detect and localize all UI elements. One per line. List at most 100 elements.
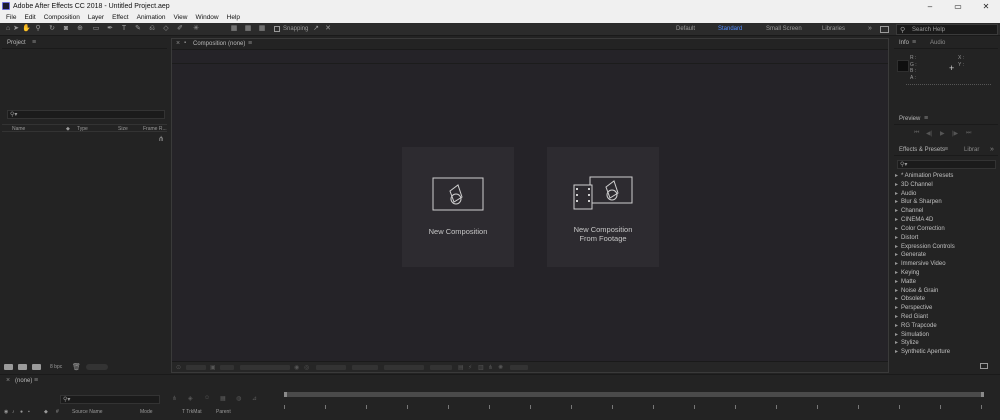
snap-feature-icon[interactable]: ✕ (324, 25, 332, 33)
info-tab[interactable]: Info (899, 40, 909, 46)
hand-tool-icon[interactable]: ✋ (22, 25, 31, 33)
new-bin-icon[interactable] (980, 363, 988, 369)
thumbnail-slider[interactable] (86, 364, 108, 370)
axis-view-icon[interactable]: ▦ (258, 25, 266, 33)
color-depth-button[interactable]: 8 bpc (50, 364, 62, 370)
effects-category[interactable]: Obsolete (894, 295, 998, 304)
effects-category[interactable]: Perspective (894, 304, 998, 313)
toggle-pixel-aspect-icon[interactable]: ▤ (458, 364, 464, 371)
next-frame-icon[interactable]: |▶ (952, 130, 958, 137)
active-camera-dropdown[interactable] (384, 365, 424, 370)
column-mode[interactable]: Mode (140, 409, 153, 415)
magnification-icon[interactable]: ⊙ (176, 364, 181, 371)
rotate-tool-icon[interactable]: ↻ (48, 25, 56, 33)
effects-category[interactable]: Stylize (894, 339, 998, 348)
view-layout-dropdown[interactable] (430, 365, 452, 370)
interpret-footage-icon[interactable] (4, 364, 13, 370)
snapshot-icon[interactable]: ◉ (294, 364, 299, 371)
effects-category[interactable]: 3D Channel (894, 181, 998, 190)
solo-icon[interactable]: ● (20, 409, 23, 415)
column-parent[interactable]: Parent (216, 409, 231, 415)
exposure-value[interactable] (510, 365, 528, 370)
effects-category[interactable]: Noise & Grain (894, 287, 998, 296)
panel-menu-icon[interactable]: ≡ (32, 39, 36, 46)
flowchart-icon[interactable]: ⋔ (488, 364, 493, 371)
project-tab[interactable]: Project (7, 40, 26, 46)
effects-category[interactable]: Distort (894, 234, 998, 243)
menu-view[interactable]: View (170, 14, 192, 21)
workspace-small-screen[interactable]: Small Screen (766, 26, 802, 32)
play-icon[interactable]: ▶ (940, 130, 945, 137)
column-source-name[interactable]: Source Name (72, 409, 103, 415)
panel-menu-icon[interactable]: ≡ (924, 115, 928, 122)
panel-menu-icon[interactable]: ≡ (248, 40, 252, 47)
lock-icon[interactable]: ▪ (28, 409, 30, 415)
effects-category[interactable]: Audio (894, 190, 998, 199)
column-frame-rate[interactable]: Frame R... (143, 126, 167, 132)
clone-stamp-tool-icon[interactable]: ⎌ (148, 25, 156, 33)
resolution-icon[interactable]: ▣ (210, 364, 216, 371)
menu-file[interactable]: File (2, 14, 20, 21)
region-of-interest-toggle[interactable] (352, 365, 378, 370)
label-tag-icon[interactable]: ◆ (66, 126, 70, 132)
menu-effect[interactable]: Effect (108, 14, 133, 21)
effects-search-input[interactable]: ⚲▾ (897, 160, 996, 169)
first-frame-icon[interactable]: ⏮ (914, 130, 919, 137)
column-size[interactable]: Size (118, 126, 128, 132)
column-number[interactable]: # (56, 409, 59, 415)
close-window-button[interactable]: ✕ (972, 0, 1000, 12)
graph-editor-icon[interactable]: ⊿ (252, 395, 257, 402)
workspace-libraries[interactable]: Libraries (822, 26, 845, 32)
effects-category[interactable]: Expression Controls (894, 243, 998, 252)
pan-behind-tool-icon[interactable]: ⊕ (76, 25, 84, 33)
workspace-overflow-icon[interactable]: » (866, 25, 874, 33)
toggle-transparency-grid[interactable] (220, 365, 234, 370)
timeline-tab[interactable]: (none) (15, 378, 32, 384)
zoom-tool-icon[interactable]: ⚲ (34, 25, 42, 33)
trash-icon[interactable]: 🗑 (72, 363, 81, 371)
timeline-icon[interactable]: ▥ (478, 364, 484, 371)
effects-category[interactable]: Keying (894, 269, 998, 278)
timeline-search-input[interactable]: ⚲▾ (60, 395, 160, 404)
comp-mini-flowchart-icon[interactable]: ⋔ (172, 395, 177, 402)
axis-local-icon[interactable]: ▦ (230, 25, 238, 33)
effects-category[interactable]: Matte (894, 278, 998, 287)
effects-category[interactable]: Simulation (894, 331, 998, 340)
effects-category[interactable]: RG Trapcode (894, 322, 998, 331)
axis-world-icon[interactable]: ▦ (244, 25, 252, 33)
show-snapshot-icon[interactable]: ◎ (304, 364, 309, 371)
resolution-dropdown[interactable] (316, 365, 346, 370)
effects-category[interactable]: Immersive Video (894, 260, 998, 269)
effects-category[interactable]: Red Giant (894, 313, 998, 322)
last-frame-icon[interactable]: ⏭ (966, 130, 971, 137)
column-track-matte[interactable]: T TrkMat (182, 409, 202, 415)
menu-composition[interactable]: Composition (40, 14, 84, 21)
workspace-standard[interactable]: Standard (718, 26, 742, 32)
audio-tab[interactable]: Audio (930, 40, 945, 46)
new-composition-card[interactable]: New Composition (402, 147, 514, 267)
effects-category[interactable]: CINEMA 4D (894, 216, 998, 225)
magnification-dropdown[interactable] (186, 365, 206, 370)
snapping-checkbox[interactable] (274, 26, 280, 32)
search-help-input[interactable]: ⚲ Search Help (896, 24, 998, 35)
eraser-tool-icon[interactable]: ◇ (162, 25, 170, 33)
previous-frame-icon[interactable]: ◀| (926, 130, 932, 137)
roto-brush-tool-icon[interactable]: ✐ (176, 25, 184, 33)
effects-category[interactable]: Blur & Sharpen (894, 198, 998, 207)
reset-exposure-icon[interactable]: ✺ (498, 364, 503, 371)
panel-menu-icon[interactable]: ≡ (34, 377, 38, 384)
brush-tool-icon[interactable]: ✎ (134, 25, 142, 33)
effects-category[interactable]: Channel (894, 207, 998, 216)
maximize-button[interactable]: ▭ (944, 0, 972, 12)
workspace-default[interactable]: Default (676, 26, 695, 32)
shy-layers-icon[interactable]: ☺ (204, 395, 210, 401)
flowchart-icon[interactable]: ⋔ (158, 135, 164, 143)
composition-tab[interactable]: Composition (none) (193, 41, 245, 47)
home-icon[interactable]: ⌂ (4, 25, 12, 33)
mask-tool-icon[interactable]: ▭ (92, 25, 100, 33)
effects-category[interactable]: Color Correction (894, 225, 998, 234)
new-composition-from-footage-card[interactable]: New Composition From Footage (547, 147, 659, 267)
menu-edit[interactable]: Edit (20, 14, 39, 21)
camera-tool-icon[interactable]: ◙ (62, 25, 70, 33)
preview-tab[interactable]: Preview (899, 116, 920, 122)
